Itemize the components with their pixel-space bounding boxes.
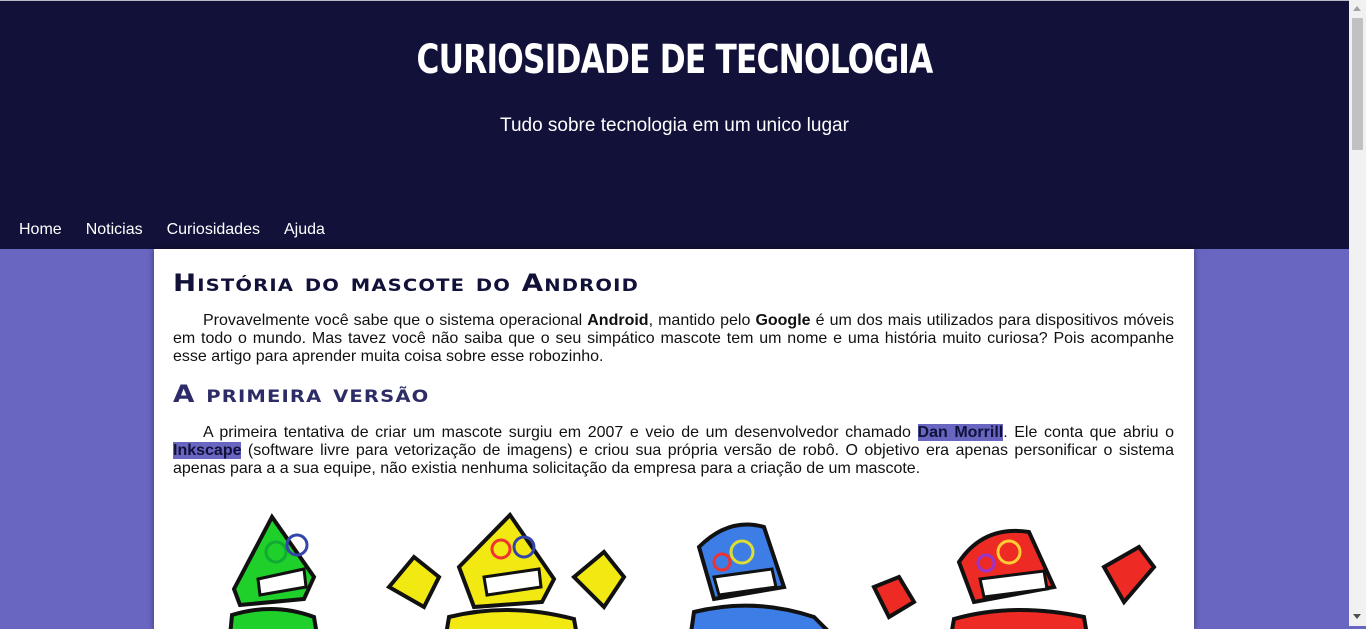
dan-morrill-highlight: Dan Morrill [918, 424, 1004, 441]
scrollbar-thumb[interactable] [1352, 18, 1363, 150]
article-content: História do mascote do Android Provavelm… [154, 249, 1194, 629]
red-robot [874, 531, 1154, 629]
scroll-down-arrow-icon[interactable] [1353, 614, 1361, 619]
site-title: Curiosidade de Tecnologia [148, 37, 1200, 83]
section-paragraph: A primeira tentativa de criar um mascote… [173, 424, 1174, 478]
nav-ajuda[interactable]: Ajuda [284, 219, 325, 243]
robots-illustration [154, 507, 1194, 629]
nav-noticias[interactable]: Noticias [86, 219, 143, 243]
site-subtitle: Tudo sobre tecnologia em um unico lugar [0, 115, 1349, 137]
nav-curiosidades[interactable]: Curiosidades [167, 219, 260, 243]
green-robot [229, 517, 319, 629]
inkscape-highlight: Inkscape [173, 442, 241, 459]
scroll-up-arrow-icon[interactable] [1353, 6, 1361, 11]
intro-text-1: Provavelmente você sabe que o sistema op… [203, 312, 587, 329]
main-nav: Home Noticias Curiosidades Ajuda [0, 219, 330, 243]
section-heading: A primeira versão [173, 380, 429, 408]
section-text-2: . Ele conta que abriu o [1003, 424, 1174, 441]
vertical-scrollbar[interactable] [1349, 0, 1366, 626]
section-text-1: A primeira tentativa de criar um mascote… [203, 424, 918, 441]
blue-robot [689, 525, 844, 629]
google-term: Google [755, 312, 810, 329]
yellow-robot [389, 515, 624, 629]
section-text-3: (software livre para vetorização de imag… [173, 442, 1174, 477]
intro-text-2: , mantido pelo [649, 312, 756, 329]
intro-paragraph: Provavelmente você sabe que o sistema op… [173, 312, 1174, 366]
site-header: Curiosidade de Tecnologia Tudo sobre tec… [0, 1, 1349, 249]
android-term: Android [587, 312, 648, 329]
nav-home[interactable]: Home [19, 219, 62, 243]
article-heading: História do mascote do Android [173, 269, 639, 297]
